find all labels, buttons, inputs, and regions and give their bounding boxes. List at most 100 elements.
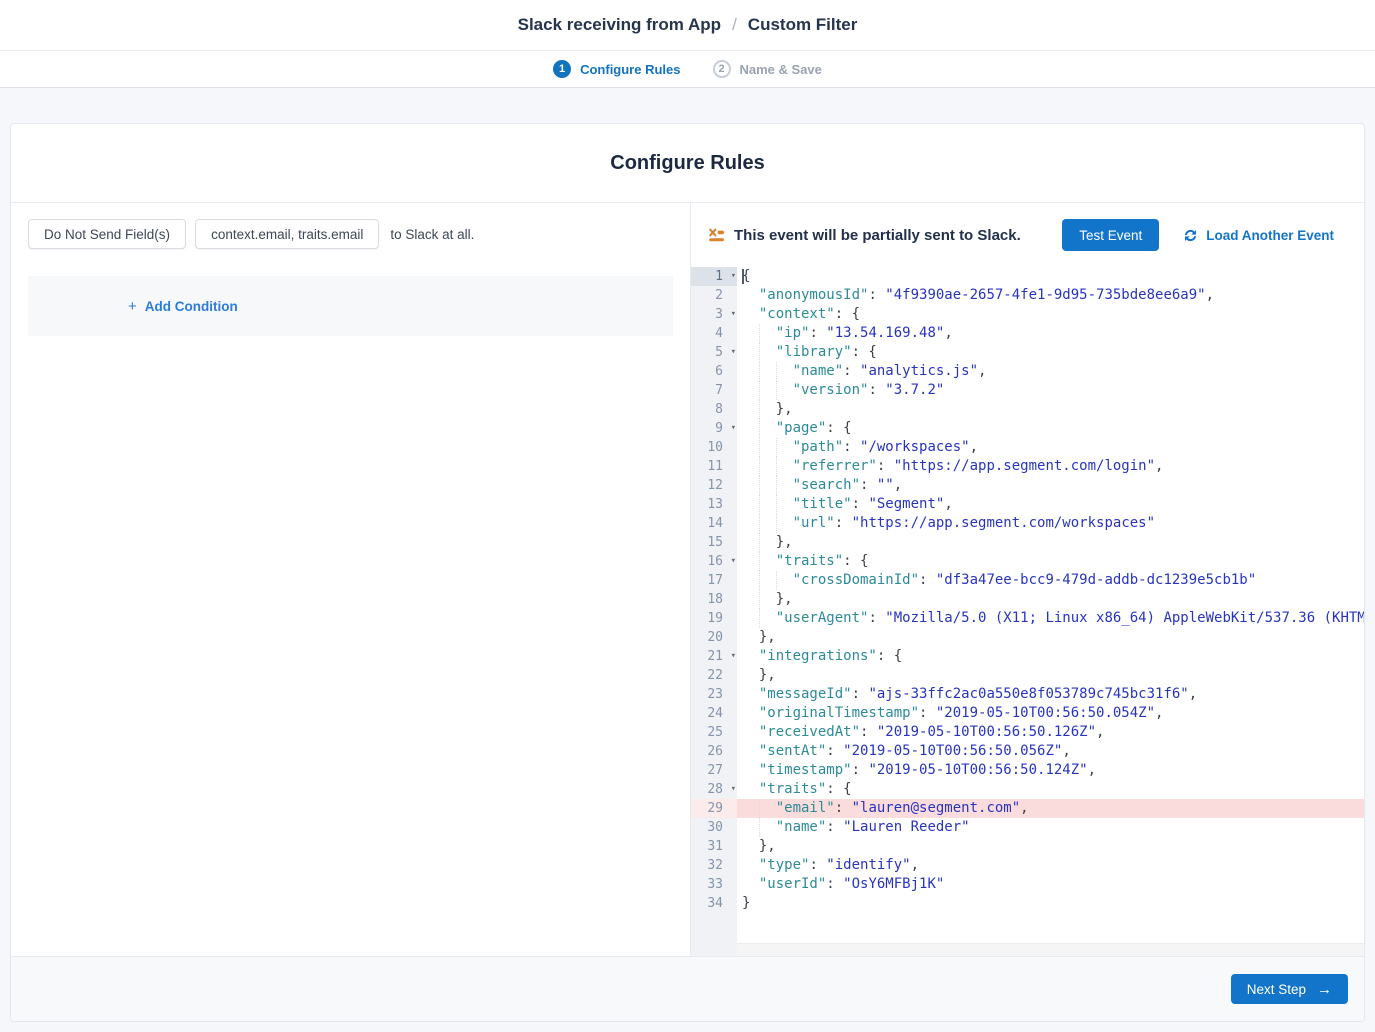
code-line[interactable]: 22 }, bbox=[691, 666, 1364, 685]
line-number[interactable]: 30 bbox=[691, 818, 737, 837]
line-number[interactable]: 33 bbox=[691, 875, 737, 894]
code-line[interactable]: 18 }, bbox=[691, 590, 1364, 609]
filter-fields-button[interactable]: context.email, traits.email bbox=[195, 219, 379, 249]
code-line[interactable]: 30 "name": "Lauren Reeder" bbox=[691, 818, 1364, 837]
line-number[interactable]: 1▾ bbox=[691, 267, 737, 286]
code-line[interactable]: 26 "sentAt": "2019-05-10T00:56:50.056Z", bbox=[691, 742, 1364, 761]
fold-arrow-icon[interactable]: ▾ bbox=[731, 344, 736, 361]
line-number[interactable]: 10 bbox=[691, 438, 737, 457]
line-number[interactable]: 18 bbox=[691, 590, 737, 609]
line-number[interactable]: 11 bbox=[691, 457, 737, 476]
add-condition-button[interactable]: + Add Condition bbox=[128, 298, 238, 315]
rule-config-pane: Do Not Send Field(s) context.email, trai… bbox=[11, 203, 691, 956]
line-number[interactable]: 13 bbox=[691, 495, 737, 514]
line-number[interactable]: 23 bbox=[691, 685, 737, 704]
breadcrumb: Slack receiving from App / Custom Filter bbox=[518, 15, 858, 35]
filter-rule-row: Do Not Send Field(s) context.email, trai… bbox=[11, 203, 690, 249]
configure-rules-card: Configure Rules Do Not Send Field(s) con… bbox=[10, 123, 1365, 1022]
line-number[interactable]: 8 bbox=[691, 400, 737, 419]
code-line[interactable]: 32 "type": "identify", bbox=[691, 856, 1364, 875]
code-line[interactable]: 7 "version": "3.7.2" bbox=[691, 381, 1364, 400]
code-line[interactable]: 23 "messageId": "ajs-33ffc2ac0a550e8f053… bbox=[691, 685, 1364, 704]
line-number[interactable]: 25 bbox=[691, 723, 737, 742]
line-number[interactable]: 20 bbox=[691, 628, 737, 647]
fold-arrow-icon[interactable]: ▾ bbox=[731, 648, 736, 665]
code-line-content: }, bbox=[737, 533, 1364, 552]
fold-arrow-icon[interactable]: ▾ bbox=[731, 553, 736, 570]
line-number[interactable]: 12 bbox=[691, 476, 737, 495]
code-line[interactable]: 11 "referrer": "https://app.segment.com/… bbox=[691, 457, 1364, 476]
line-number[interactable]: 5▾ bbox=[691, 343, 737, 362]
code-line[interactable]: 19 "userAgent": "Mozilla/5.0 (X11; Linux… bbox=[691, 609, 1364, 628]
code-line[interactable]: 29 "email": "lauren@segment.com", bbox=[691, 799, 1364, 818]
line-number[interactable]: 6 bbox=[691, 362, 737, 381]
code-line[interactable]: 9▾ "page": { bbox=[691, 419, 1364, 438]
line-number[interactable]: 34 bbox=[691, 894, 737, 913]
code-line[interactable]: 33 "userId": "OsY6MFBj1K" bbox=[691, 875, 1364, 894]
code-line-content: "email": "lauren@segment.com", bbox=[737, 799, 1364, 818]
code-line[interactable]: 13 "title": "Segment", bbox=[691, 495, 1364, 514]
json-event-editor[interactable]: 1▾{2 "anonymousId": "4f9390ae-2657-4fe1-… bbox=[691, 267, 1364, 956]
code-line[interactable]: 20 }, bbox=[691, 628, 1364, 647]
code-line[interactable]: 3▾ "context": { bbox=[691, 305, 1364, 324]
code-line[interactable]: 15 }, bbox=[691, 533, 1364, 552]
line-number[interactable]: 28▾ bbox=[691, 780, 737, 799]
code-line[interactable]: 14 "url": "https://app.segment.com/works… bbox=[691, 514, 1364, 533]
step-configure-rules[interactable]: 1 Configure Rules bbox=[553, 60, 680, 78]
code-line[interactable]: 16▾ "traits": { bbox=[691, 552, 1364, 571]
line-number[interactable]: 4 bbox=[691, 324, 737, 343]
breadcrumb-destination[interactable]: Slack receiving from App bbox=[518, 15, 721, 35]
load-another-event-button[interactable]: Load Another Event bbox=[1183, 228, 1334, 243]
line-number[interactable]: 22 bbox=[691, 666, 737, 685]
code-line[interactable]: 24 "originalTimestamp": "2019-05-10T00:5… bbox=[691, 704, 1364, 723]
indent-guide bbox=[759, 590, 760, 609]
step-1-badge: 1 bbox=[553, 60, 571, 78]
line-number[interactable]: 2 bbox=[691, 286, 737, 305]
fold-arrow-icon[interactable]: ▾ bbox=[731, 420, 736, 437]
steps-bar: 1 Configure Rules 2 Name & Save bbox=[0, 51, 1375, 88]
line-number[interactable]: 3▾ bbox=[691, 305, 737, 324]
code-line[interactable]: 4 "ip": "13.54.169.48", bbox=[691, 324, 1364, 343]
code-line[interactable]: 2 "anonymousId": "4f9390ae-2657-4fe1-9d9… bbox=[691, 286, 1364, 305]
fold-arrow-icon[interactable]: ▾ bbox=[731, 781, 736, 798]
indent-guide bbox=[776, 457, 777, 476]
code-line-content: { bbox=[737, 267, 1364, 286]
code-line[interactable]: 8 }, bbox=[691, 400, 1364, 419]
code-line[interactable]: 21▾ "integrations": { bbox=[691, 647, 1364, 666]
code-line[interactable]: 25 "receivedAt": "2019-05-10T00:56:50.12… bbox=[691, 723, 1364, 742]
line-number[interactable]: 26 bbox=[691, 742, 737, 761]
line-number[interactable]: 27 bbox=[691, 761, 737, 780]
line-number[interactable]: 7 bbox=[691, 381, 737, 400]
fold-arrow-icon[interactable]: ▾ bbox=[731, 268, 736, 285]
line-number[interactable]: 16▾ bbox=[691, 552, 737, 571]
line-number[interactable]: 24 bbox=[691, 704, 737, 723]
code-line[interactable]: 31 }, bbox=[691, 837, 1364, 856]
fold-arrow-icon[interactable]: ▾ bbox=[731, 306, 736, 323]
line-number[interactable]: 14 bbox=[691, 514, 737, 533]
line-number[interactable]: 31 bbox=[691, 837, 737, 856]
code-line[interactable]: 5▾ "library": { bbox=[691, 343, 1364, 362]
add-condition-panel: + Add Condition bbox=[28, 276, 673, 336]
line-number[interactable]: 19 bbox=[691, 609, 737, 628]
line-number[interactable]: 9▾ bbox=[691, 419, 737, 438]
code-line[interactable]: 1▾{ bbox=[691, 267, 1364, 286]
code-line[interactable]: 17 "crossDomainId": "df3a47ee-bcc9-479d-… bbox=[691, 571, 1364, 590]
line-number[interactable]: 17 bbox=[691, 571, 737, 590]
code-line[interactable]: 34} bbox=[691, 894, 1364, 913]
step-name-and-save[interactable]: 2 Name & Save bbox=[713, 60, 822, 78]
test-event-button[interactable]: Test Event bbox=[1062, 219, 1159, 251]
next-step-button[interactable]: Next Step → bbox=[1231, 974, 1348, 1004]
indent-guide bbox=[759, 533, 760, 552]
code-line[interactable]: 12 "search": "", bbox=[691, 476, 1364, 495]
code-line[interactable]: 6 "name": "analytics.js", bbox=[691, 362, 1364, 381]
line-number[interactable]: 21▾ bbox=[691, 647, 737, 666]
line-number[interactable]: 29 bbox=[691, 799, 737, 818]
code-line[interactable]: 27 "timestamp": "2019-05-10T00:56:50.124… bbox=[691, 761, 1364, 780]
filter-type-button[interactable]: Do Not Send Field(s) bbox=[28, 219, 186, 249]
code-line[interactable]: 28▾ "traits": { bbox=[691, 780, 1364, 799]
status-text: This event will be partially sent to Sla… bbox=[734, 227, 1021, 244]
line-number[interactable]: 32 bbox=[691, 856, 737, 875]
code-line[interactable]: 10 "path": "/workspaces", bbox=[691, 438, 1364, 457]
line-number[interactable]: 15 bbox=[691, 533, 737, 552]
horizontal-scrollbar[interactable] bbox=[737, 943, 1364, 956]
